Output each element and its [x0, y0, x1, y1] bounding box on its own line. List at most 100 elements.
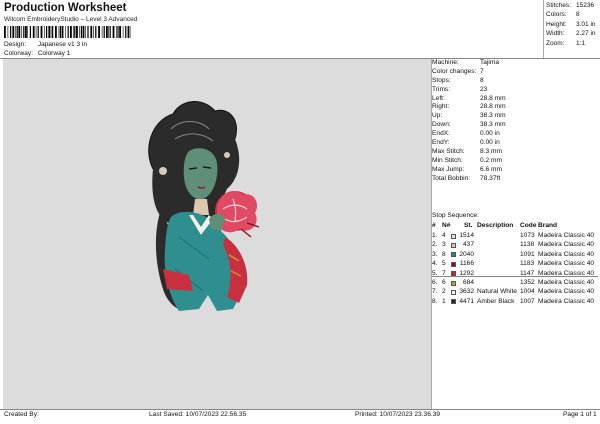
stat-label: EndX:	[432, 130, 450, 138]
machine-stats: Machine: Tajima Color changes: 7 Stops: 8 Trim…	[432, 59, 506, 183]
stitch-count: 1166	[459, 260, 474, 268]
stat-value: 0.00 in	[480, 130, 500, 138]
needle-number: 3	[442, 241, 446, 249]
stop-sequence-label: Stop Sequence:	[432, 212, 479, 219]
header-code: Code	[520, 222, 537, 229]
color-description: Natural White	[477, 288, 517, 296]
design-label: Design:	[4, 41, 27, 48]
stat-row: Stops: 8	[432, 77, 506, 86]
color-code: 1183	[520, 260, 535, 268]
colorway-row: Colorway: Colorway 1	[4, 50, 70, 57]
stat-label: Max Jump:	[432, 165, 465, 173]
sequence-row: 6. 6 684 1352 Madeira Classic 40	[432, 279, 598, 288]
design-value: Japanese v1 3 in	[37, 41, 87, 48]
stat-label: Down:	[432, 121, 451, 129]
stat-value: 8.3 mm	[480, 147, 502, 155]
stat-value: 28.8 mm	[480, 103, 506, 111]
stat-value: 7	[480, 67, 484, 75]
stitch-count: 684	[462, 279, 474, 286]
summary-table: Stitches: 15236 Colors: 8 Height: 3.01 in Widt…	[546, 2, 596, 49]
sequence-row: 7. 2 3632 Natural White 1004 Madeira Classic …	[432, 288, 598, 297]
stat-label: Stops:	[432, 76, 451, 84]
sequence-row: 8. 1 4471 Amber Black 1007 Madeira Classic 40	[432, 298, 598, 307]
stat-row: Right: 28.8 mm	[432, 103, 506, 112]
stat-label: Trims:	[432, 85, 451, 93]
colorway-label: Colorway:	[4, 50, 33, 57]
stat-value: 78.37ft	[480, 174, 501, 182]
color-code: 1007	[520, 297, 535, 305]
design-row: Design: Japanese v1 3 in	[4, 41, 87, 48]
last-saved: Last Saved: 10/07/2023 22.56.35	[149, 411, 247, 418]
color-swatch	[451, 252, 456, 258]
stitch-count: 1514	[459, 232, 474, 239]
header-description: Description	[477, 222, 514, 229]
needle-number: 5	[442, 260, 446, 268]
color-code: 1004	[520, 288, 535, 296]
stat-row: Machine: Tajima	[432, 59, 506, 68]
stitch-count: 4471	[459, 297, 474, 305]
header-needle: N#	[442, 222, 451, 229]
stat-value: 23	[480, 85, 488, 93]
thread-brand: Madeira Classic 40	[538, 250, 595, 258]
sequence-row: 2. 3 437 1138 Madeira Classic 40	[432, 241, 598, 250]
stat-label: Color changes:	[432, 67, 477, 75]
stat-label: Total Bobbin:	[432, 174, 471, 182]
needle-number: 4	[442, 232, 446, 239]
stat-value: 6.6 mm	[480, 165, 502, 173]
thread-brand: Madeira Classic 40	[538, 279, 595, 286]
sequence-header: # N# St. Description Code Brand	[432, 222, 598, 231]
stop-number: 1.	[432, 232, 438, 239]
stitch-count: 2040	[459, 250, 474, 258]
stat-label: EndY:	[432, 139, 450, 147]
stitch-count: 3632	[459, 288, 474, 296]
stat-label: Left:	[432, 94, 445, 102]
stat-row: Min Stitch: 0.2 mm	[432, 157, 506, 166]
stat-label: Up:	[432, 112, 443, 120]
color-code: 1073	[520, 232, 535, 239]
stat-value: 38.3 mm	[480, 112, 506, 120]
embroidery-design-image	[148, 101, 260, 311]
summary-value: 8	[576, 11, 580, 19]
printed-date: Printed: 10/07/2023 23.36.39	[355, 411, 441, 418]
stat-label: Machine:	[432, 59, 459, 66]
summary-row: Stitches: 15236	[546, 2, 596, 11]
stat-value: 28.8 mm	[480, 94, 506, 102]
stop-number: 4.	[432, 260, 438, 268]
page-title: Production Worksheet	[4, 2, 127, 14]
needle-number: 6	[442, 279, 446, 286]
summary-value: 3.01 in	[576, 20, 596, 28]
summary-label: Width:	[546, 30, 565, 38]
sequence-row: 1. 4 1514 1073 Madeira Classic 40	[432, 232, 598, 241]
stat-row: Up: 38.3 mm	[432, 112, 506, 121]
summary-value: 15236	[576, 2, 595, 9]
needle-number: 8	[442, 250, 446, 258]
sequence-row: 4. 5 1166 1183 Madeira Classic 40	[432, 260, 598, 269]
stat-row: Left: 28.8 mm	[432, 95, 506, 104]
color-swatch	[451, 261, 456, 267]
thread-brand: Madeira Classic 40	[538, 288, 595, 296]
summary-row: Height: 3.01 in	[546, 21, 596, 30]
stat-row: Trims: 23	[432, 86, 506, 95]
color-swatch	[451, 289, 456, 295]
software-subtitle: Wilcom EmbroideryStudio – Level 3 Advanc…	[4, 16, 138, 23]
sequence-row: 5. 7 1292 1147 Madeira Classic 40	[432, 270, 598, 279]
stat-row: Max Stitch: 8.3 mm	[432, 148, 506, 157]
stop-number: 8.	[432, 297, 438, 305]
stat-value: 38.3 mm	[480, 121, 506, 129]
header-stitches: St.	[464, 222, 473, 229]
stat-label: Max Stitch:	[432, 147, 465, 155]
color-code: 1091	[520, 250, 535, 258]
stat-row: EndY: 0.00 in	[432, 139, 506, 148]
color-description: Amber Black	[477, 297, 515, 305]
stitch-count: 437	[462, 241, 474, 249]
stat-value: Tajima	[480, 59, 500, 66]
summary-value: 2.27 in	[576, 30, 596, 38]
summary-label: Colors:	[546, 11, 567, 19]
summary-label: Height:	[546, 20, 567, 28]
sequence-bottom-divider	[432, 276, 598, 277]
stat-row: EndX: 0.00 in	[432, 130, 506, 139]
needle-number: 2	[442, 288, 446, 296]
created-by: Created By:	[4, 411, 39, 418]
stat-row: Down: 38.3 mm	[432, 121, 506, 130]
summary-row: Zoom: 1:1	[546, 40, 596, 49]
